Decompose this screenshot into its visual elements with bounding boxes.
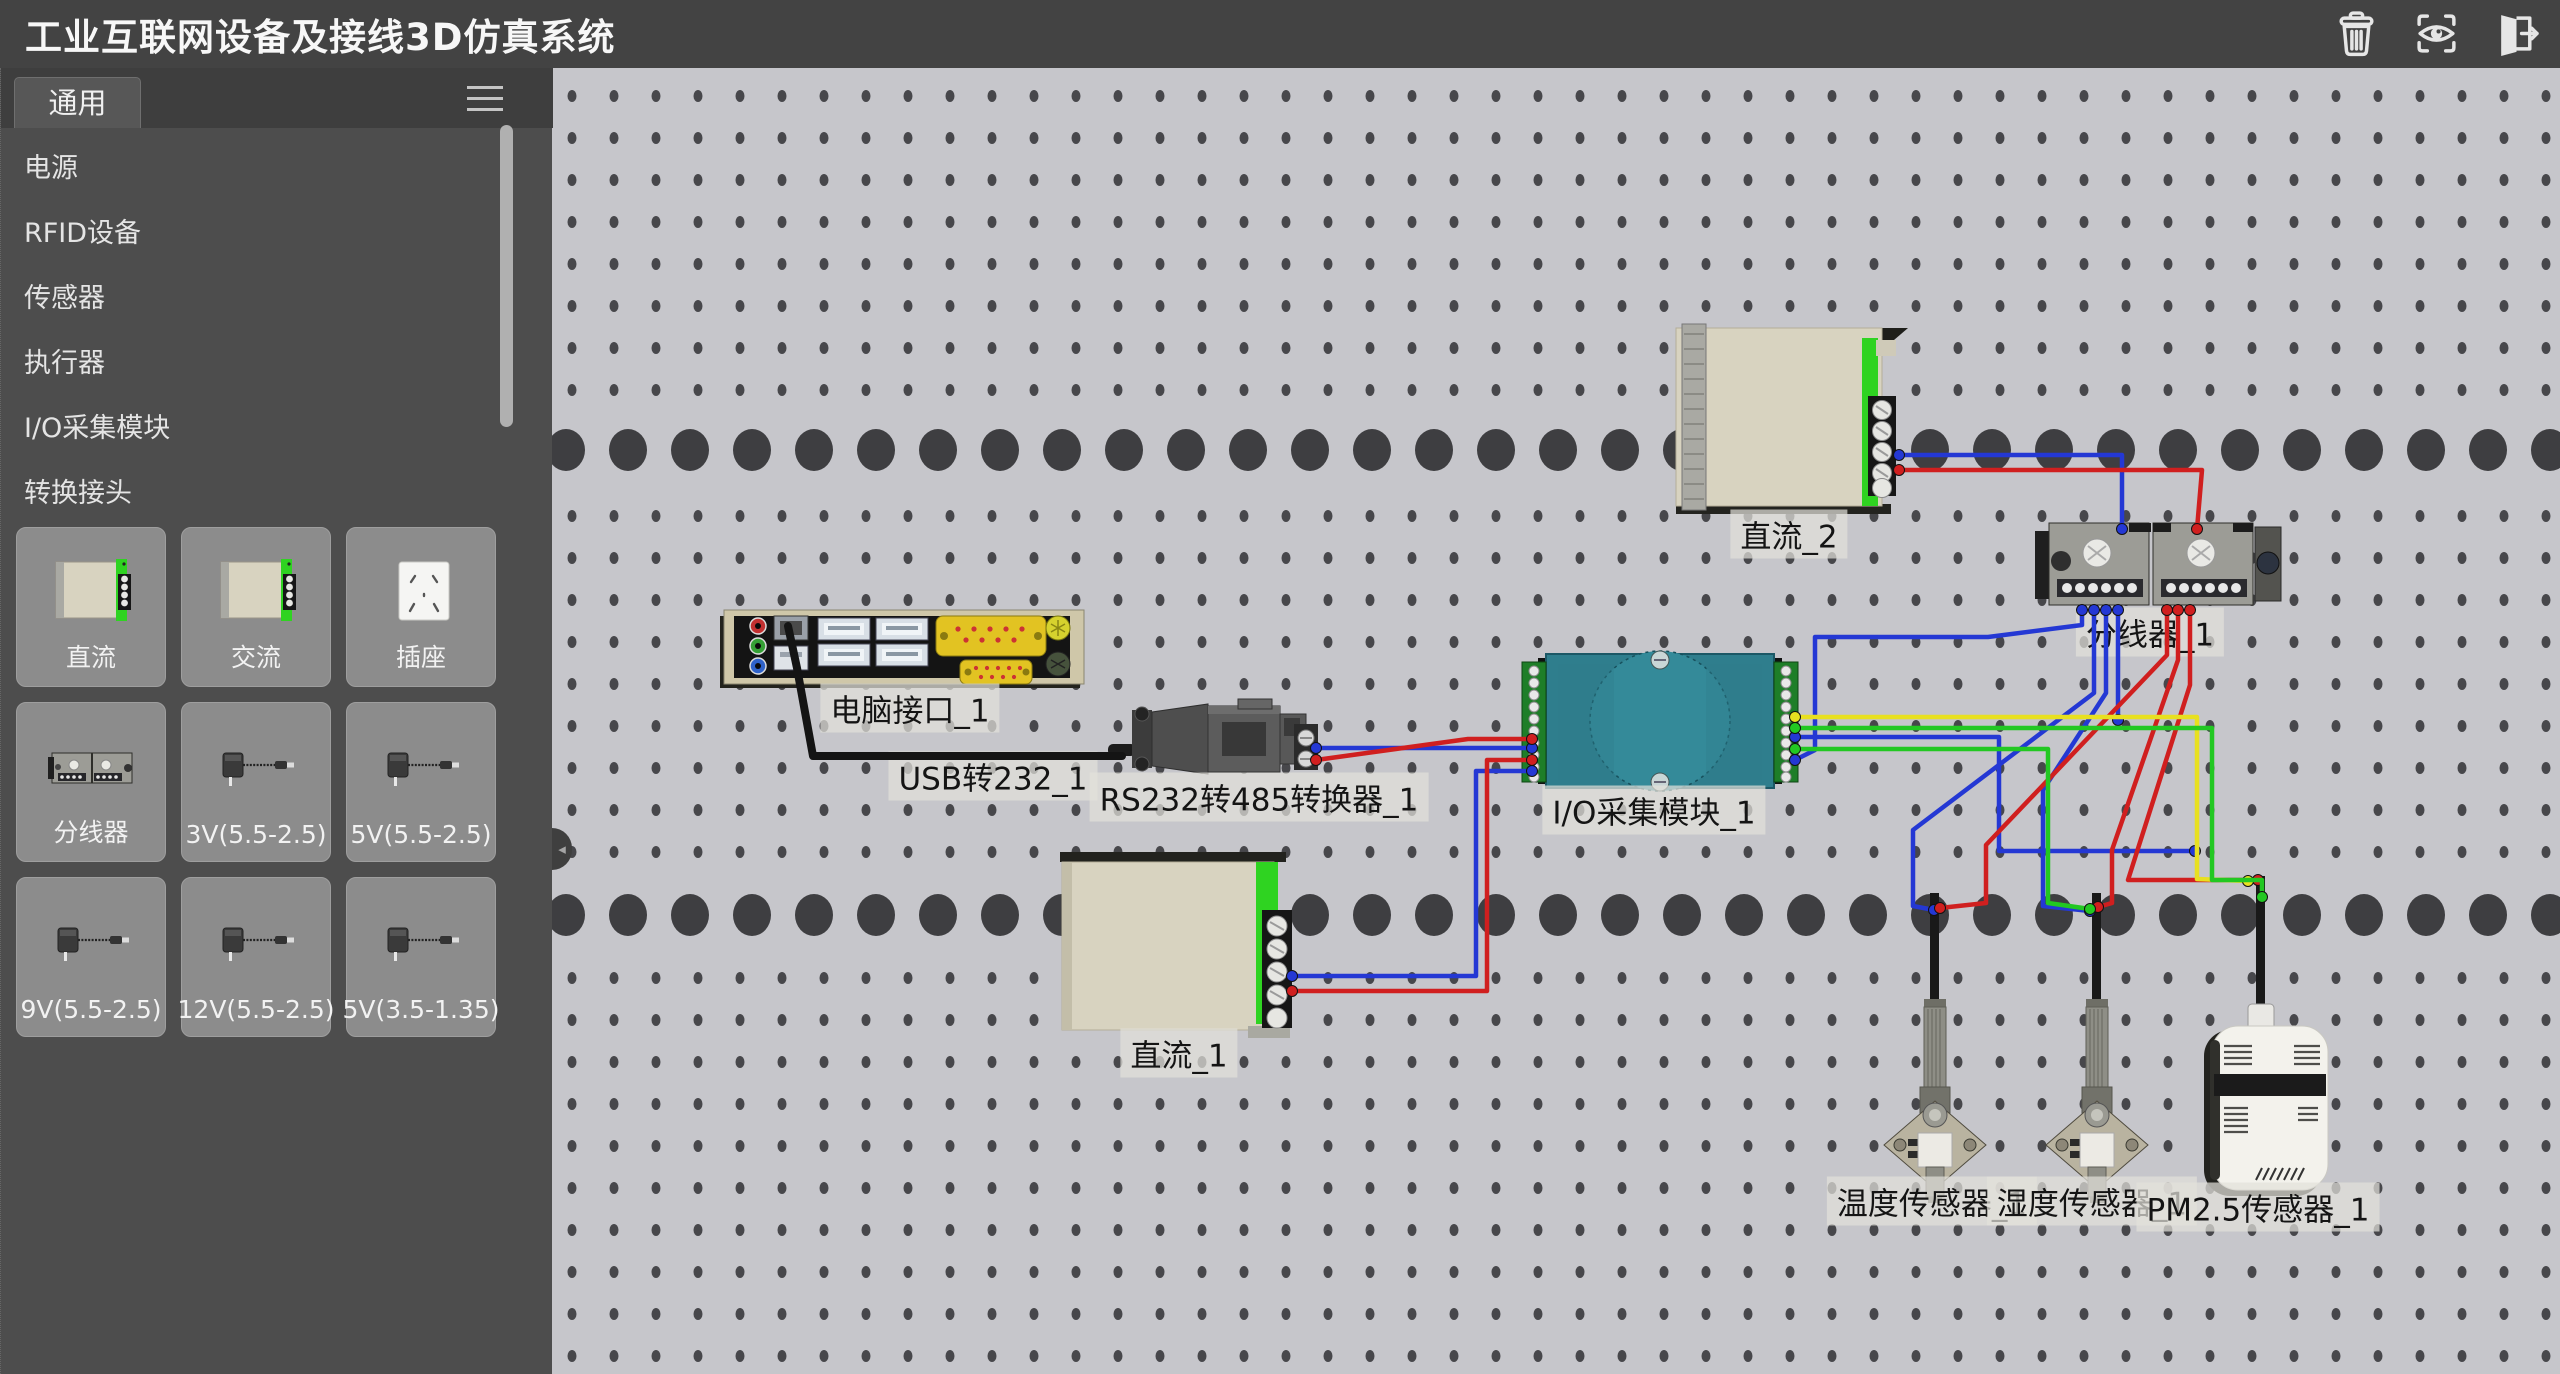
device-rs232-to-485[interactable] bbox=[1108, 698, 1320, 780]
device-label-splitter-1: 分线器_1 bbox=[2076, 608, 2224, 657]
sidebar-category-5[interactable]: 转换接头 bbox=[1, 461, 498, 526]
device-temp-sensor[interactable] bbox=[1874, 893, 1996, 1205]
sidebar-category-4[interactable]: I/O采集模块 bbox=[1, 396, 498, 461]
palette-card-直流[interactable]: 直流 bbox=[16, 527, 166, 687]
palette-card-插座[interactable]: 插座 bbox=[346, 527, 496, 687]
category-list: 电源RFID设备传感器执行器I/O采集模块转换接头 bbox=[1, 136, 498, 526]
psu-icon bbox=[17, 542, 167, 642]
device-palette: 直流 交流 插座分线器 3V(5.5-2.5) 5V(5.5-2.5) 9V(5.5-2.… bbox=[16, 527, 497, 1037]
device-label-rs232-to-485: RS232转485转换器_1 bbox=[1090, 773, 1429, 822]
simulation-canvas[interactable]: 电脑接口_1 USB转232_1RS232转485转换器_1 I/O采集模块_1 直流… bbox=[552, 68, 2560, 1374]
palette-card-label: 插座 bbox=[396, 638, 446, 674]
adapter-icon bbox=[347, 717, 497, 817]
socket-icon bbox=[347, 542, 497, 642]
adapter-icon bbox=[182, 892, 332, 992]
psu-icon bbox=[182, 542, 332, 642]
device-label-pc-interface: 电脑接口_1 bbox=[820, 684, 999, 733]
tab-common[interactable]: 通用 bbox=[14, 77, 141, 128]
trash-icon[interactable] bbox=[2333, 10, 2380, 57]
palette-card-分线器[interactable]: 分线器 bbox=[16, 702, 166, 862]
sidebar-category-2[interactable]: 传感器 bbox=[1, 266, 498, 331]
palette-card-3V(5.5-2.5)[interactable]: 3V(5.5-2.5) bbox=[181, 702, 331, 862]
device-label-io-module: I/O采集模块_1 bbox=[1542, 786, 1765, 835]
sidebar-panel: 通用 电源RFID设备传感器执行器I/O采集模块转换接头 直流 交流 插座分线器 3V… bbox=[0, 68, 552, 1374]
palette-card-交流[interactable]: 交流 bbox=[181, 527, 331, 687]
palette-card-label: 交流 bbox=[231, 638, 281, 674]
device-pc-interface[interactable] bbox=[718, 602, 1090, 690]
device-label-dc-2: 直流_2 bbox=[1730, 510, 1847, 559]
palette-card-label: 分线器 bbox=[53, 813, 128, 849]
device-dc-power-1[interactable] bbox=[1052, 848, 1304, 1040]
device-splitter[interactable] bbox=[2033, 513, 2285, 613]
palette-card-label: 12V(5.5-2.5) bbox=[178, 995, 335, 1024]
sidebar-category-1[interactable]: RFID设备 bbox=[1, 201, 498, 266]
toolbar bbox=[2333, 10, 2540, 57]
menu-icon[interactable] bbox=[467, 86, 503, 114]
device-label-usb-to-232: USB转232_1 bbox=[888, 752, 1097, 801]
sidebar-category-0[interactable]: 电源 bbox=[1, 136, 498, 201]
view-icon[interactable] bbox=[2413, 10, 2460, 57]
adapter-icon bbox=[17, 892, 167, 992]
app-window: 工业互联网设备及接线3D仿真系统 bbox=[0, 0, 2560, 1374]
palette-card-label: 3V(5.5-2.5) bbox=[185, 820, 326, 849]
palette-card-label: 9V(5.5-2.5) bbox=[20, 995, 161, 1024]
device-label-pm25-sensor: PM2.5传感器_1 bbox=[2137, 1183, 2380, 1232]
palette-card-5V(3.5-1.35)[interactable]: 5V(3.5-1.35) bbox=[346, 877, 496, 1037]
app-title: 工业互联网设备及接线3D仿真系统 bbox=[25, 7, 615, 61]
device-io-module[interactable] bbox=[1518, 648, 1802, 796]
exit-icon[interactable] bbox=[2493, 10, 2540, 57]
palette-card-12V(5.5-2.5)[interactable]: 12V(5.5-2.5) bbox=[181, 877, 331, 1037]
device-pm25-sensor[interactable] bbox=[2198, 868, 2342, 1204]
device-label-dc-1: 直流_1 bbox=[1120, 1029, 1237, 1078]
splitter-icon bbox=[17, 717, 167, 817]
device-dc-power-2[interactable] bbox=[1662, 318, 1910, 518]
palette-card-label: 直流 bbox=[66, 638, 116, 674]
sidebar-category-3[interactable]: 执行器 bbox=[1, 331, 498, 396]
palette-card-label: 5V(5.5-2.5) bbox=[350, 820, 491, 849]
sidebar-scrollbar[interactable] bbox=[500, 125, 513, 427]
adapter-icon bbox=[347, 892, 497, 992]
palette-card-9V(5.5-2.5)[interactable]: 9V(5.5-2.5) bbox=[16, 877, 166, 1037]
adapter-icon bbox=[182, 717, 332, 817]
palette-card-5V(5.5-2.5)[interactable]: 5V(5.5-2.5) bbox=[346, 702, 496, 862]
palette-card-label: 5V(3.5-1.35) bbox=[343, 995, 500, 1024]
device-humidity-sensor[interactable] bbox=[2036, 893, 2158, 1205]
top-bar: 工业互联网设备及接线3D仿真系统 bbox=[0, 0, 2560, 68]
